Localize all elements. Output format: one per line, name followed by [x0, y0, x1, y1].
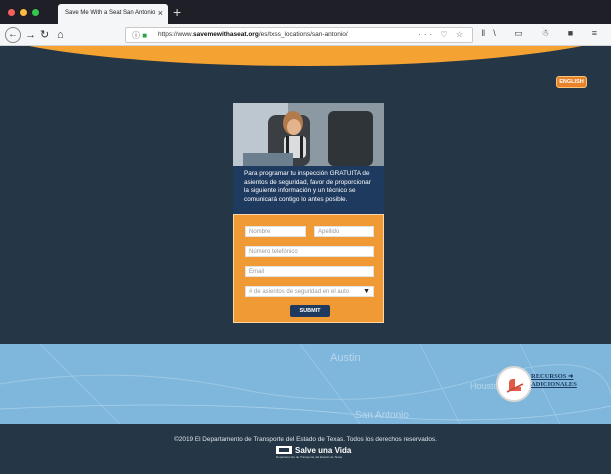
map-label-san-antonio: San Antonio [355, 410, 409, 421]
lock-icon: ■ [142, 31, 148, 40]
web-page: ENGLISH Para programar tu inspección GRA… [0, 46, 611, 474]
chevron-down-icon: ▼ [363, 288, 370, 295]
resources-label-2: ADICIONALES [531, 381, 577, 388]
submit-button[interactable]: SUBMIT [290, 305, 330, 317]
intro-text: Para programar tu inspección GRATUITA de… [233, 166, 384, 214]
site-info-icon[interactable]: ⓘ ■ [132, 30, 147, 41]
english-language-button[interactable]: ENGLISH [556, 76, 587, 88]
last-name-input[interactable]: Apellido [314, 226, 374, 237]
footer: ©2019 El Departamento de Transporte del … [0, 424, 611, 474]
txdot-logo-icon [276, 446, 292, 454]
url-text: https://www.savemewithaseat.org/es/txss_… [158, 31, 348, 38]
resources-button[interactable] [496, 366, 532, 402]
header-band [0, 46, 611, 66]
map-label-austin: Austin [330, 352, 361, 364]
browser-toolbar: ← → ↻ ⌂ ⓘ ■ https://www.savemewithaseat.… [0, 24, 611, 46]
reload-button[interactable]: ↻ [40, 27, 49, 43]
logo-text: Salve una Vida [295, 446, 352, 455]
phone-input[interactable]: Número telefónico [245, 246, 374, 257]
minimize-window-icon[interactable] [20, 9, 27, 16]
copyright-text: ©2019 El Departamento de Transporte del … [174, 436, 437, 443]
email-input[interactable]: Email [245, 266, 374, 277]
hero-photo [233, 103, 384, 166]
browser-tab-bar: Save Me With a Seat San Antonio × + [0, 0, 611, 24]
arrow-right-icon: ➜ [568, 373, 574, 380]
home-icon[interactable]: ⌂ [57, 27, 64, 43]
page-actions-icon[interactable]: ··· ♡ ☆ [418, 30, 466, 39]
first-name-input[interactable]: Nombre [245, 226, 306, 237]
url-bar[interactable]: ⓘ ■ https://www.savemewithaseat.org/es/t… [125, 27, 473, 43]
logo-subtitle: Departamento de Transporte del Estado de… [276, 455, 343, 459]
seat-count-select[interactable]: # de asientos de seguridad en el auto ▼ [245, 286, 374, 297]
close-tab-icon[interactable]: × [158, 8, 163, 18]
signup-card: Para programar tu inspección GRATUITA de… [233, 103, 384, 323]
car-seat-icon [506, 379, 524, 393]
tab-title: Save Me With a Seat San Antonio [65, 10, 156, 16]
footer-logo[interactable]: Salve una Vida Departamento de Transport… [276, 446, 352, 459]
back-button[interactable]: ← [5, 27, 21, 43]
forward-button[interactable]: → [25, 27, 36, 43]
resources-label-1: RECURSOS [531, 373, 567, 380]
browser-tab[interactable]: Save Me With a Seat San Antonio × [58, 4, 168, 24]
close-window-icon[interactable] [8, 9, 15, 16]
new-tab-button[interactable]: + [173, 3, 181, 21]
maximize-window-icon[interactable] [32, 9, 39, 16]
inspection-form: Nombre Apellido Número telefónico Email … [233, 214, 384, 323]
seat-count-value: # de asientos de seguridad en el auto [249, 289, 350, 295]
toolbar-icons[interactable]: ǁ\ ▭ ☃ ■ ≡ [482, 28, 605, 39]
additional-resources-link[interactable]: RECURSOS ➜ ADICIONALES [531, 373, 577, 389]
